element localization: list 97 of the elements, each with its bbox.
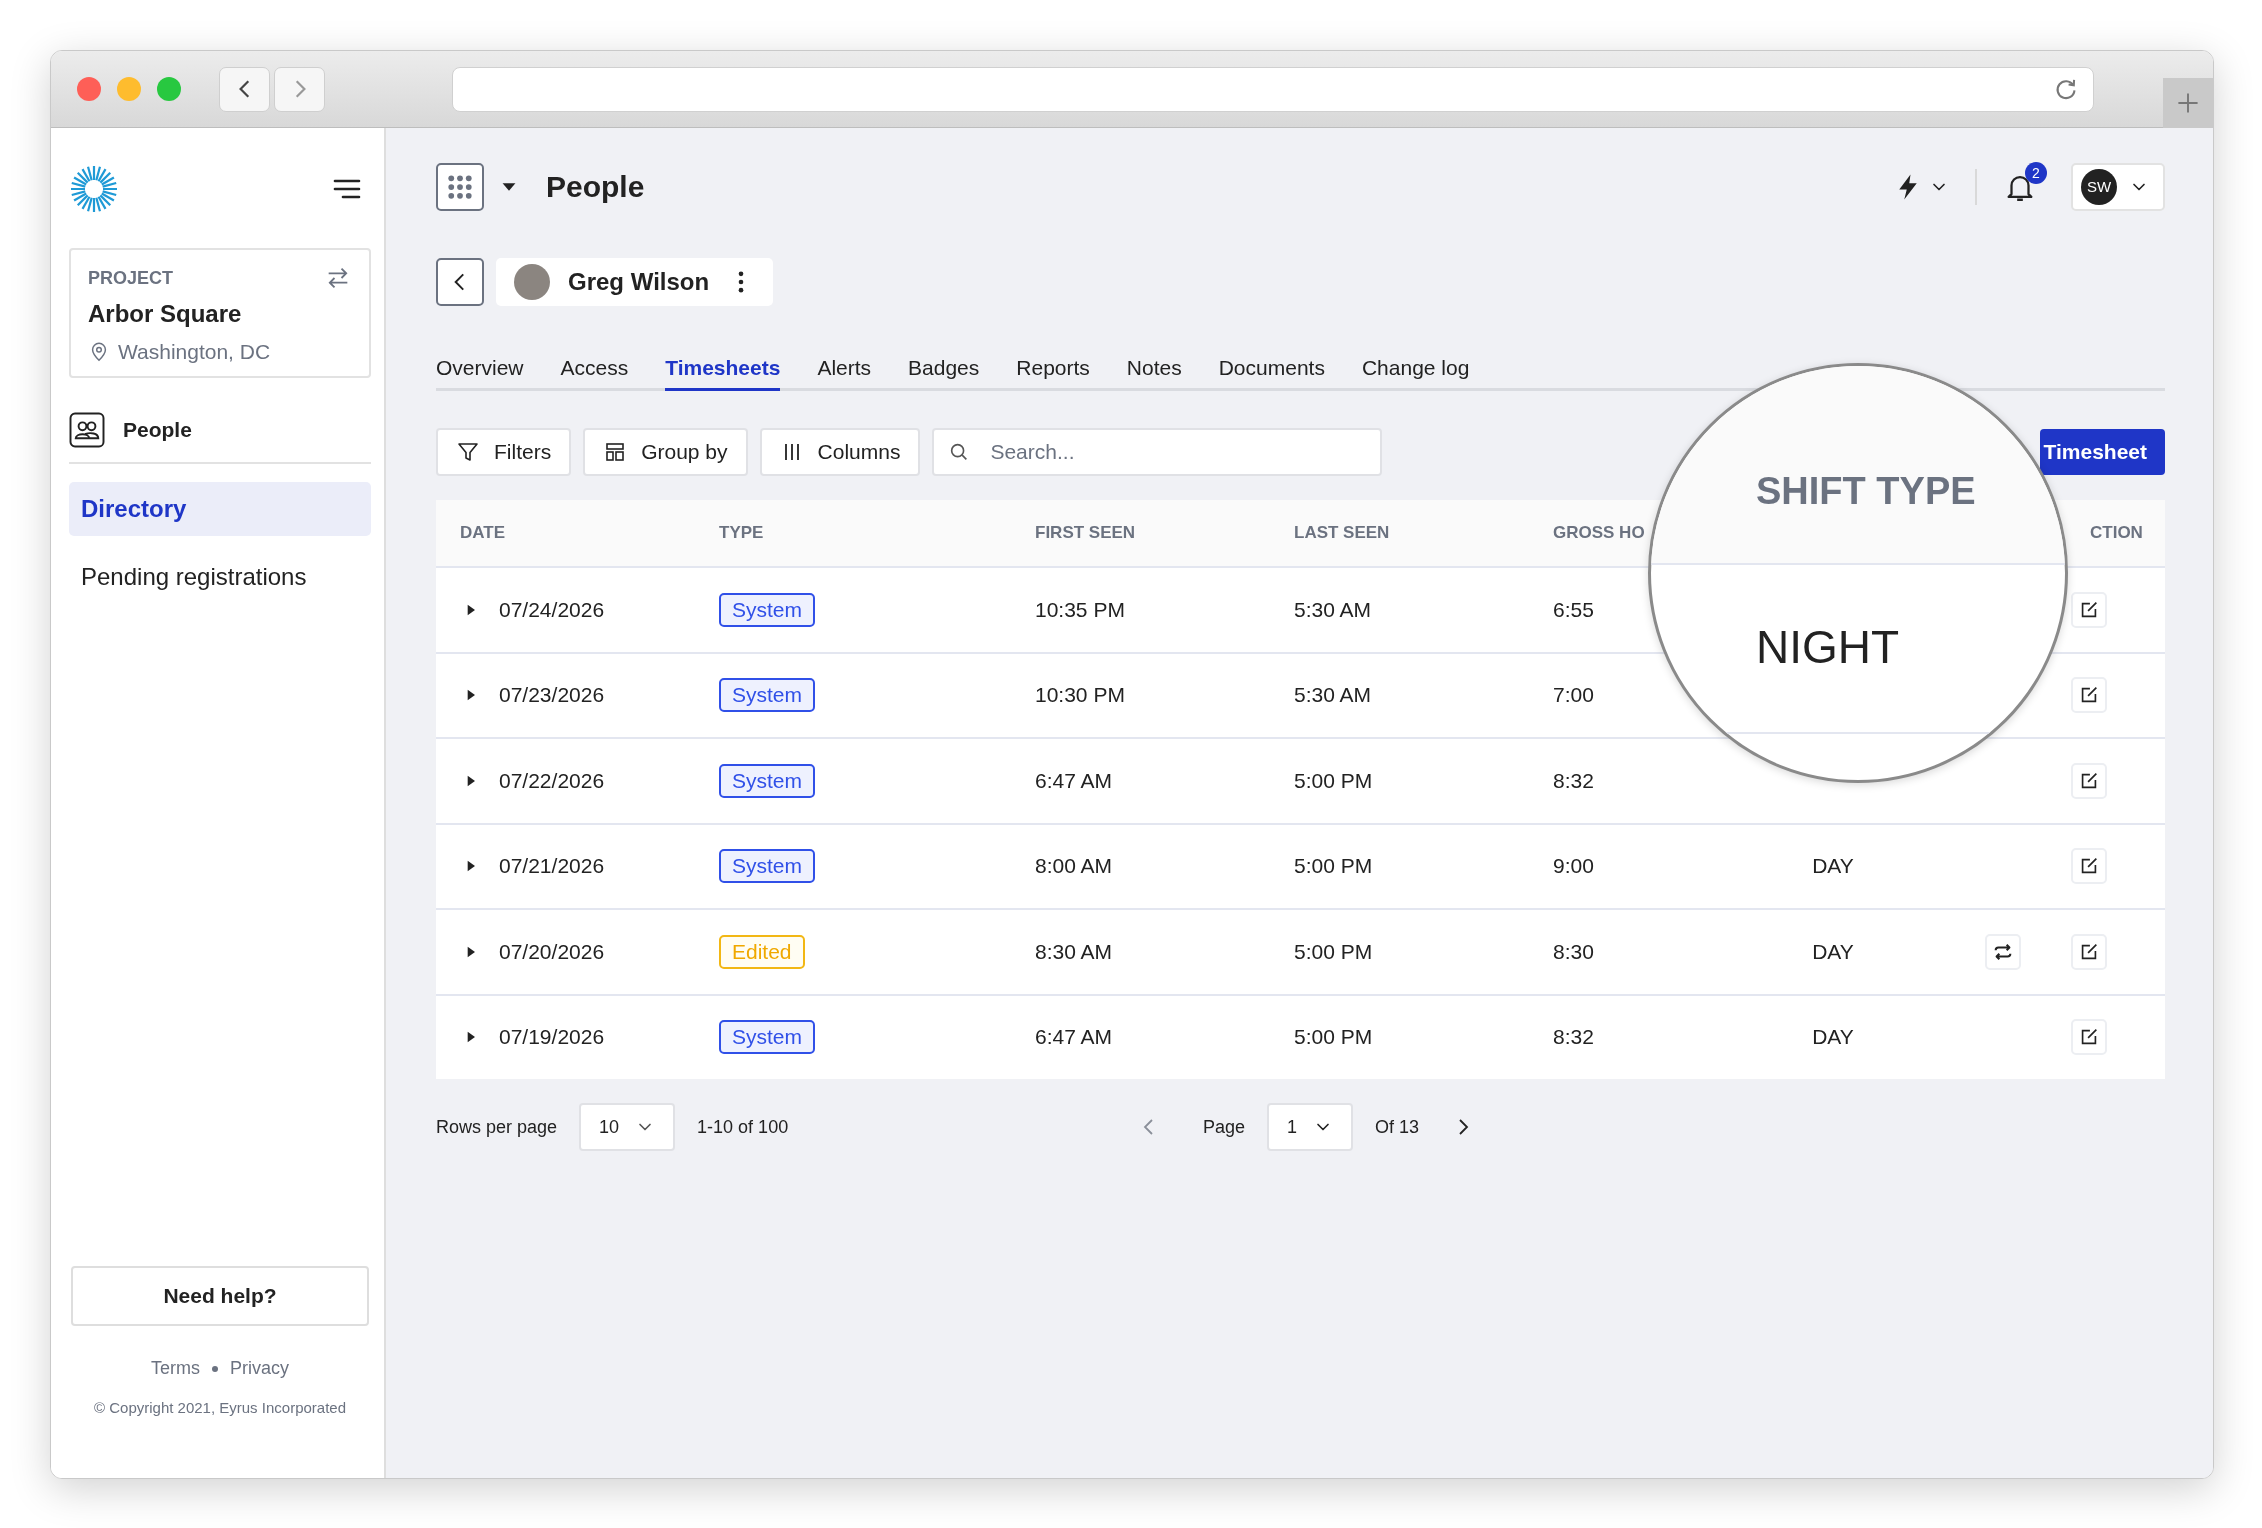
magnified-column-header: SHIFT TYPE — [1756, 470, 1976, 513]
table-cell-text: 8:32 — [1553, 768, 1595, 793]
table-cell-text: 8:00 AM — [1035, 854, 1114, 879]
table-cell-text: 5:30 AM — [1294, 683, 1373, 708]
project-label: PROJECT — [88, 267, 174, 289]
table-cell-text: 10:35 PM — [1035, 597, 1126, 622]
footer-link[interactable]: Privacy — [230, 1358, 289, 1379]
tab[interactable]: Alerts — [817, 356, 872, 391]
table-cell-text: 5:00 PM — [1294, 768, 1374, 793]
new-tab-button[interactable] — [2163, 78, 2213, 128]
type-tag: System — [719, 1020, 815, 1055]
table-cell-text: 5:00 PM — [1294, 854, 1374, 879]
user-menu-button[interactable]: SW — [2071, 163, 2165, 211]
tab[interactable]: Badges — [908, 356, 980, 391]
help-button[interactable]: Need help? — [71, 1266, 369, 1326]
rows-per-page-label: Rows per page — [436, 1116, 558, 1138]
table-cell-text: 6:47 AM — [1035, 768, 1114, 793]
copyright-text: © Copyright 2021, Eyrus Incorporated — [93, 1399, 347, 1416]
edit-button[interactable] — [2071, 677, 2107, 714]
table-cell-text: 8:32 — [1553, 1025, 1595, 1050]
table-cell-text: 07/22/2026 — [499, 768, 606, 793]
user-avatar: SW — [2081, 169, 2117, 205]
toolbar-button[interactable]: Group by — [583, 428, 748, 476]
type-tag: System — [719, 849, 815, 884]
edit-button[interactable] — [2071, 1019, 2107, 1056]
table-cell-text: 8:30 AM — [1035, 939, 1114, 964]
table-cell-text: 7:00 — [1553, 683, 1595, 708]
filter-icon — [456, 440, 480, 464]
back-button[interactable] — [436, 258, 484, 306]
table-cell: DAY — [1812, 854, 1854, 878]
column-header: CTION — [2089, 523, 2144, 543]
table-cell-text: 07/23/2026 — [499, 683, 606, 708]
section-title: People — [123, 418, 192, 442]
avatar-placeholder — [514, 264, 550, 300]
sidebar-item[interactable]: Directory — [69, 482, 371, 536]
rows-per-page-select[interactable]: 10 — [579, 1103, 676, 1151]
select-value: 10 — [599, 1116, 620, 1138]
tab[interactable]: Notes — [1126, 356, 1182, 391]
app-grid-button[interactable] — [436, 163, 484, 211]
plus-icon — [2176, 91, 2200, 115]
person-name: Greg Wilson — [568, 268, 710, 296]
page-total: Of 13 — [1374, 1116, 1419, 1138]
column-header: LAST SEEN — [1294, 523, 1391, 543]
table-cell: DAY — [1812, 939, 1854, 963]
table-cell-text: 6:55 — [1553, 597, 1595, 622]
footer-link[interactable]: Terms — [151, 1358, 200, 1379]
table-cell-text: 8:30 — [1553, 939, 1595, 964]
new-timesheet-button[interactable]: Timesheet — [2039, 429, 2165, 475]
table-cell-text: 07/24/2026 — [499, 597, 606, 622]
grid-icon — [445, 172, 475, 202]
range-text: 1-10 of 100 — [697, 1116, 789, 1138]
tab[interactable]: Overview — [436, 356, 524, 391]
project-name: Arbor Square — [88, 300, 243, 328]
edit-button[interactable] — [2071, 848, 2107, 885]
column-header: TYPE — [719, 523, 765, 543]
type-tag: System — [719, 678, 815, 713]
edit-button[interactable] — [2071, 591, 2107, 628]
project-location: Washington, DC — [118, 340, 271, 364]
toolbar-button[interactable]: Columns — [759, 428, 921, 476]
tab[interactable]: Change log — [1361, 356, 1470, 391]
table-row[interactable]: 07/19/2026 System 6:47 AM 5:00 PM 8:32 DAY — [436, 993, 2165, 1079]
page-select[interactable]: 1 — [1266, 1103, 1353, 1151]
table-cell-text: 07/21/2026 — [499, 854, 606, 879]
column-header: FIRST SEEN — [1035, 523, 1137, 543]
tab[interactable]: Reports — [1016, 356, 1090, 391]
edit-button[interactable] — [2071, 933, 2107, 970]
table-cell: DAY — [1812, 1025, 1854, 1049]
tab[interactable]: Access — [560, 356, 629, 391]
type-tag: Edited — [719, 934, 805, 969]
table-cell-text: 5:30 AM — [1294, 597, 1373, 622]
table-row[interactable]: 07/21/2026 System 8:00 AM 5:00 PM 9:00 DAY — [436, 822, 2165, 908]
swap-button[interactable] — [1985, 933, 2021, 970]
column-header: DATE — [459, 523, 506, 543]
table-cell-text: 9:00 — [1553, 854, 1595, 879]
edit-button[interactable] — [2071, 762, 2107, 799]
column-header: GROSS HO — [1553, 523, 1646, 543]
notification-badge: 2 — [2025, 162, 2047, 184]
page-title: People — [546, 170, 645, 204]
type-tag: System — [719, 763, 815, 798]
people-icon — [69, 412, 105, 448]
type-tag: System — [719, 592, 815, 627]
table-cell-text: 07/20/2026 — [499, 939, 606, 964]
select-value: 1 — [1286, 1116, 1297, 1138]
table-cell-text: 10:30 PM — [1035, 683, 1126, 708]
table-cell-text: 07/19/2026 — [499, 1025, 606, 1050]
table-row[interactable]: 07/20/2026 Edited 8:30 AM 5:00 PM 8:30 DAY — [436, 908, 2165, 994]
search-field[interactable]: Search... — [932, 428, 1383, 476]
logo-icon — [69, 164, 119, 214]
page-label: Page — [1202, 1116, 1245, 1138]
table-cell-text: 6:47 AM — [1035, 1025, 1114, 1050]
tab[interactable]: Documents — [1218, 356, 1325, 391]
sidebar-item[interactable]: Pending registrations — [69, 550, 371, 604]
tab[interactable]: Timesheets — [665, 356, 781, 391]
table-cell-text: 5:00 PM — [1294, 1025, 1374, 1050]
toolbar-button[interactable]: Filters — [436, 428, 572, 476]
address-field[interactable] — [452, 66, 2094, 112]
table-cell-text: 5:00 PM — [1294, 939, 1374, 964]
